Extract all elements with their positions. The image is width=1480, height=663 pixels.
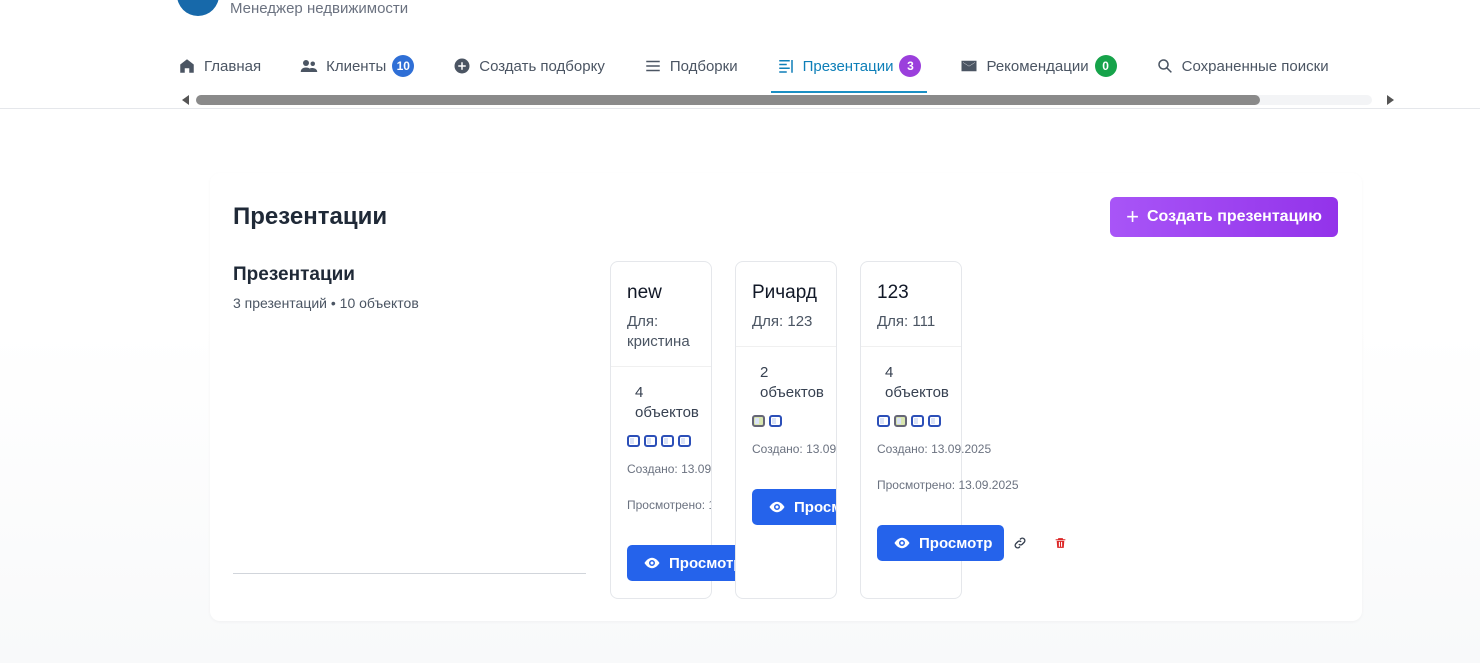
app-subtitle: Менеджер недвижимости <box>230 0 409 17</box>
app-header: Менеджер недвижимости Главная Клиенты 10… <box>0 0 1480 109</box>
eye-icon <box>769 501 785 513</box>
presentation-client: Для: кристина <box>627 313 690 350</box>
presentations-panel: Презентации + Создать презентацию Презен… <box>210 173 1362 621</box>
property-thumbnail-icon <box>928 415 941 427</box>
view-button-label: Просмотр <box>669 554 743 572</box>
app-logo[interactable] <box>177 0 219 16</box>
section-title: Презентации <box>233 264 355 285</box>
property-thumbnail-icon <box>877 415 890 427</box>
property-thumbnail-icon <box>769 415 782 427</box>
tab-label: Сохраненные поиски <box>1181 57 1329 75</box>
main-nav: Главная Клиенты 10 Создать подборку Подб… <box>172 40 1362 93</box>
viewed-date: Просмотрено: 13.09.2025 <box>627 498 711 512</box>
create-button-label: Создать презентацию <box>1146 208 1322 225</box>
search-icon <box>1157 59 1172 73</box>
create-presentation-button[interactable]: + Создать презентацию <box>1110 197 1338 237</box>
tab-label: Подборки <box>669 57 738 75</box>
presentation-card: new Для: кристина 4 объектов Создано: 13… <box>610 261 754 599</box>
created-date: Создано: 13.09.2025 <box>752 442 836 456</box>
presentation-name: Ричард <box>752 282 817 303</box>
tab-presentations[interactable]: Презентации 3 <box>770 40 928 93</box>
tab-label: Рекомендации <box>986 57 1089 75</box>
tab-selections[interactable]: Подборки <box>638 40 744 92</box>
mail-icon <box>961 60 977 72</box>
delete-button[interactable] <box>1051 534 1069 552</box>
section-summary: 3 презентаций • 10 объектов <box>233 295 419 311</box>
tab-label: Создать подборку <box>479 57 605 75</box>
view-button-label: Просмотр <box>919 534 993 552</box>
tab-clients[interactable]: Клиенты 10 <box>294 40 420 92</box>
plus-icon: + <box>1126 204 1139 229</box>
page-title: Презентации <box>233 203 388 230</box>
presentation-card: 123 Для: 111 4 объектов Создано: 13.09.2… <box>860 261 1065 599</box>
eye-icon <box>644 557 660 569</box>
divider <box>611 366 711 367</box>
eye-icon <box>894 537 910 549</box>
presentation-name: new <box>627 282 662 303</box>
property-thumbnail-icon <box>627 435 640 447</box>
tab-recommendations[interactable]: Рекомендации 0 <box>954 40 1122 92</box>
viewed-date: Просмотрено: 13.09.2025 <box>877 478 1019 492</box>
tab-label: Клиенты <box>326 57 387 75</box>
presentation-name: 123 <box>877 282 909 303</box>
list-icon <box>646 60 660 72</box>
object-count: 4 объектов <box>885 364 949 401</box>
presentation-icon <box>778 60 793 73</box>
property-thumbnail-icon <box>661 435 674 447</box>
property-photo-thumbnail <box>894 415 907 427</box>
users-icon <box>300 60 318 72</box>
property-thumbnail-icon <box>678 435 691 447</box>
presentation-client: Для: 123 <box>752 313 813 330</box>
nav-scrollbar[interactable] <box>178 94 1394 106</box>
recommendations-count-badge: 0 <box>1094 55 1117 77</box>
link-icon <box>1014 537 1026 549</box>
created-date: Создано: 13.09.2025 <box>627 462 711 476</box>
divider <box>736 346 836 347</box>
created-date: Создано: 13.09.2025 <box>877 442 992 456</box>
object-count: 4 объектов <box>635 384 699 421</box>
trash-icon <box>1055 538 1065 548</box>
object-thumbnails <box>627 435 695 447</box>
property-photo-thumbnail <box>752 415 765 427</box>
property-thumbnail-icon <box>911 415 924 427</box>
clients-count-badge: 10 <box>392 55 415 77</box>
scroll-thumb[interactable] <box>196 95 1260 105</box>
presentations-count-badge: 3 <box>899 55 922 77</box>
scroll-left-arrow-icon[interactable] <box>182 95 189 105</box>
divider <box>233 573 586 574</box>
presentation-card: Ричард Для: 123 2 объектов Создано: 13.0… <box>735 261 837 599</box>
tab-label: Презентации <box>802 57 894 75</box>
scroll-right-arrow-icon[interactable] <box>1387 95 1394 105</box>
object-count: 2 объектов <box>760 364 824 401</box>
tab-label: Главная <box>204 57 262 75</box>
view-button-label: Просмотр <box>794 498 836 516</box>
tab-home[interactable]: Главная <box>172 40 267 92</box>
object-thumbnails <box>877 415 945 427</box>
card-body: Ричард Для: 123 2 объектов Создано: 13.0… <box>736 262 836 598</box>
divider <box>861 346 961 347</box>
presentation-client: Для: 111 <box>877 313 936 330</box>
add-circle-icon <box>454 58 470 74</box>
tab-saved-searches[interactable]: Сохраненные поиски <box>1150 40 1335 92</box>
view-button[interactable]: Просмотр <box>752 489 836 525</box>
property-thumbnail-icon <box>644 435 657 447</box>
copy-link-button[interactable] <box>1011 534 1029 552</box>
object-thumbnails <box>752 415 786 427</box>
view-button[interactable]: Просмотр <box>877 525 1004 561</box>
tab-create-selection[interactable]: Создать подборку <box>447 40 611 92</box>
home-icon <box>180 59 194 73</box>
